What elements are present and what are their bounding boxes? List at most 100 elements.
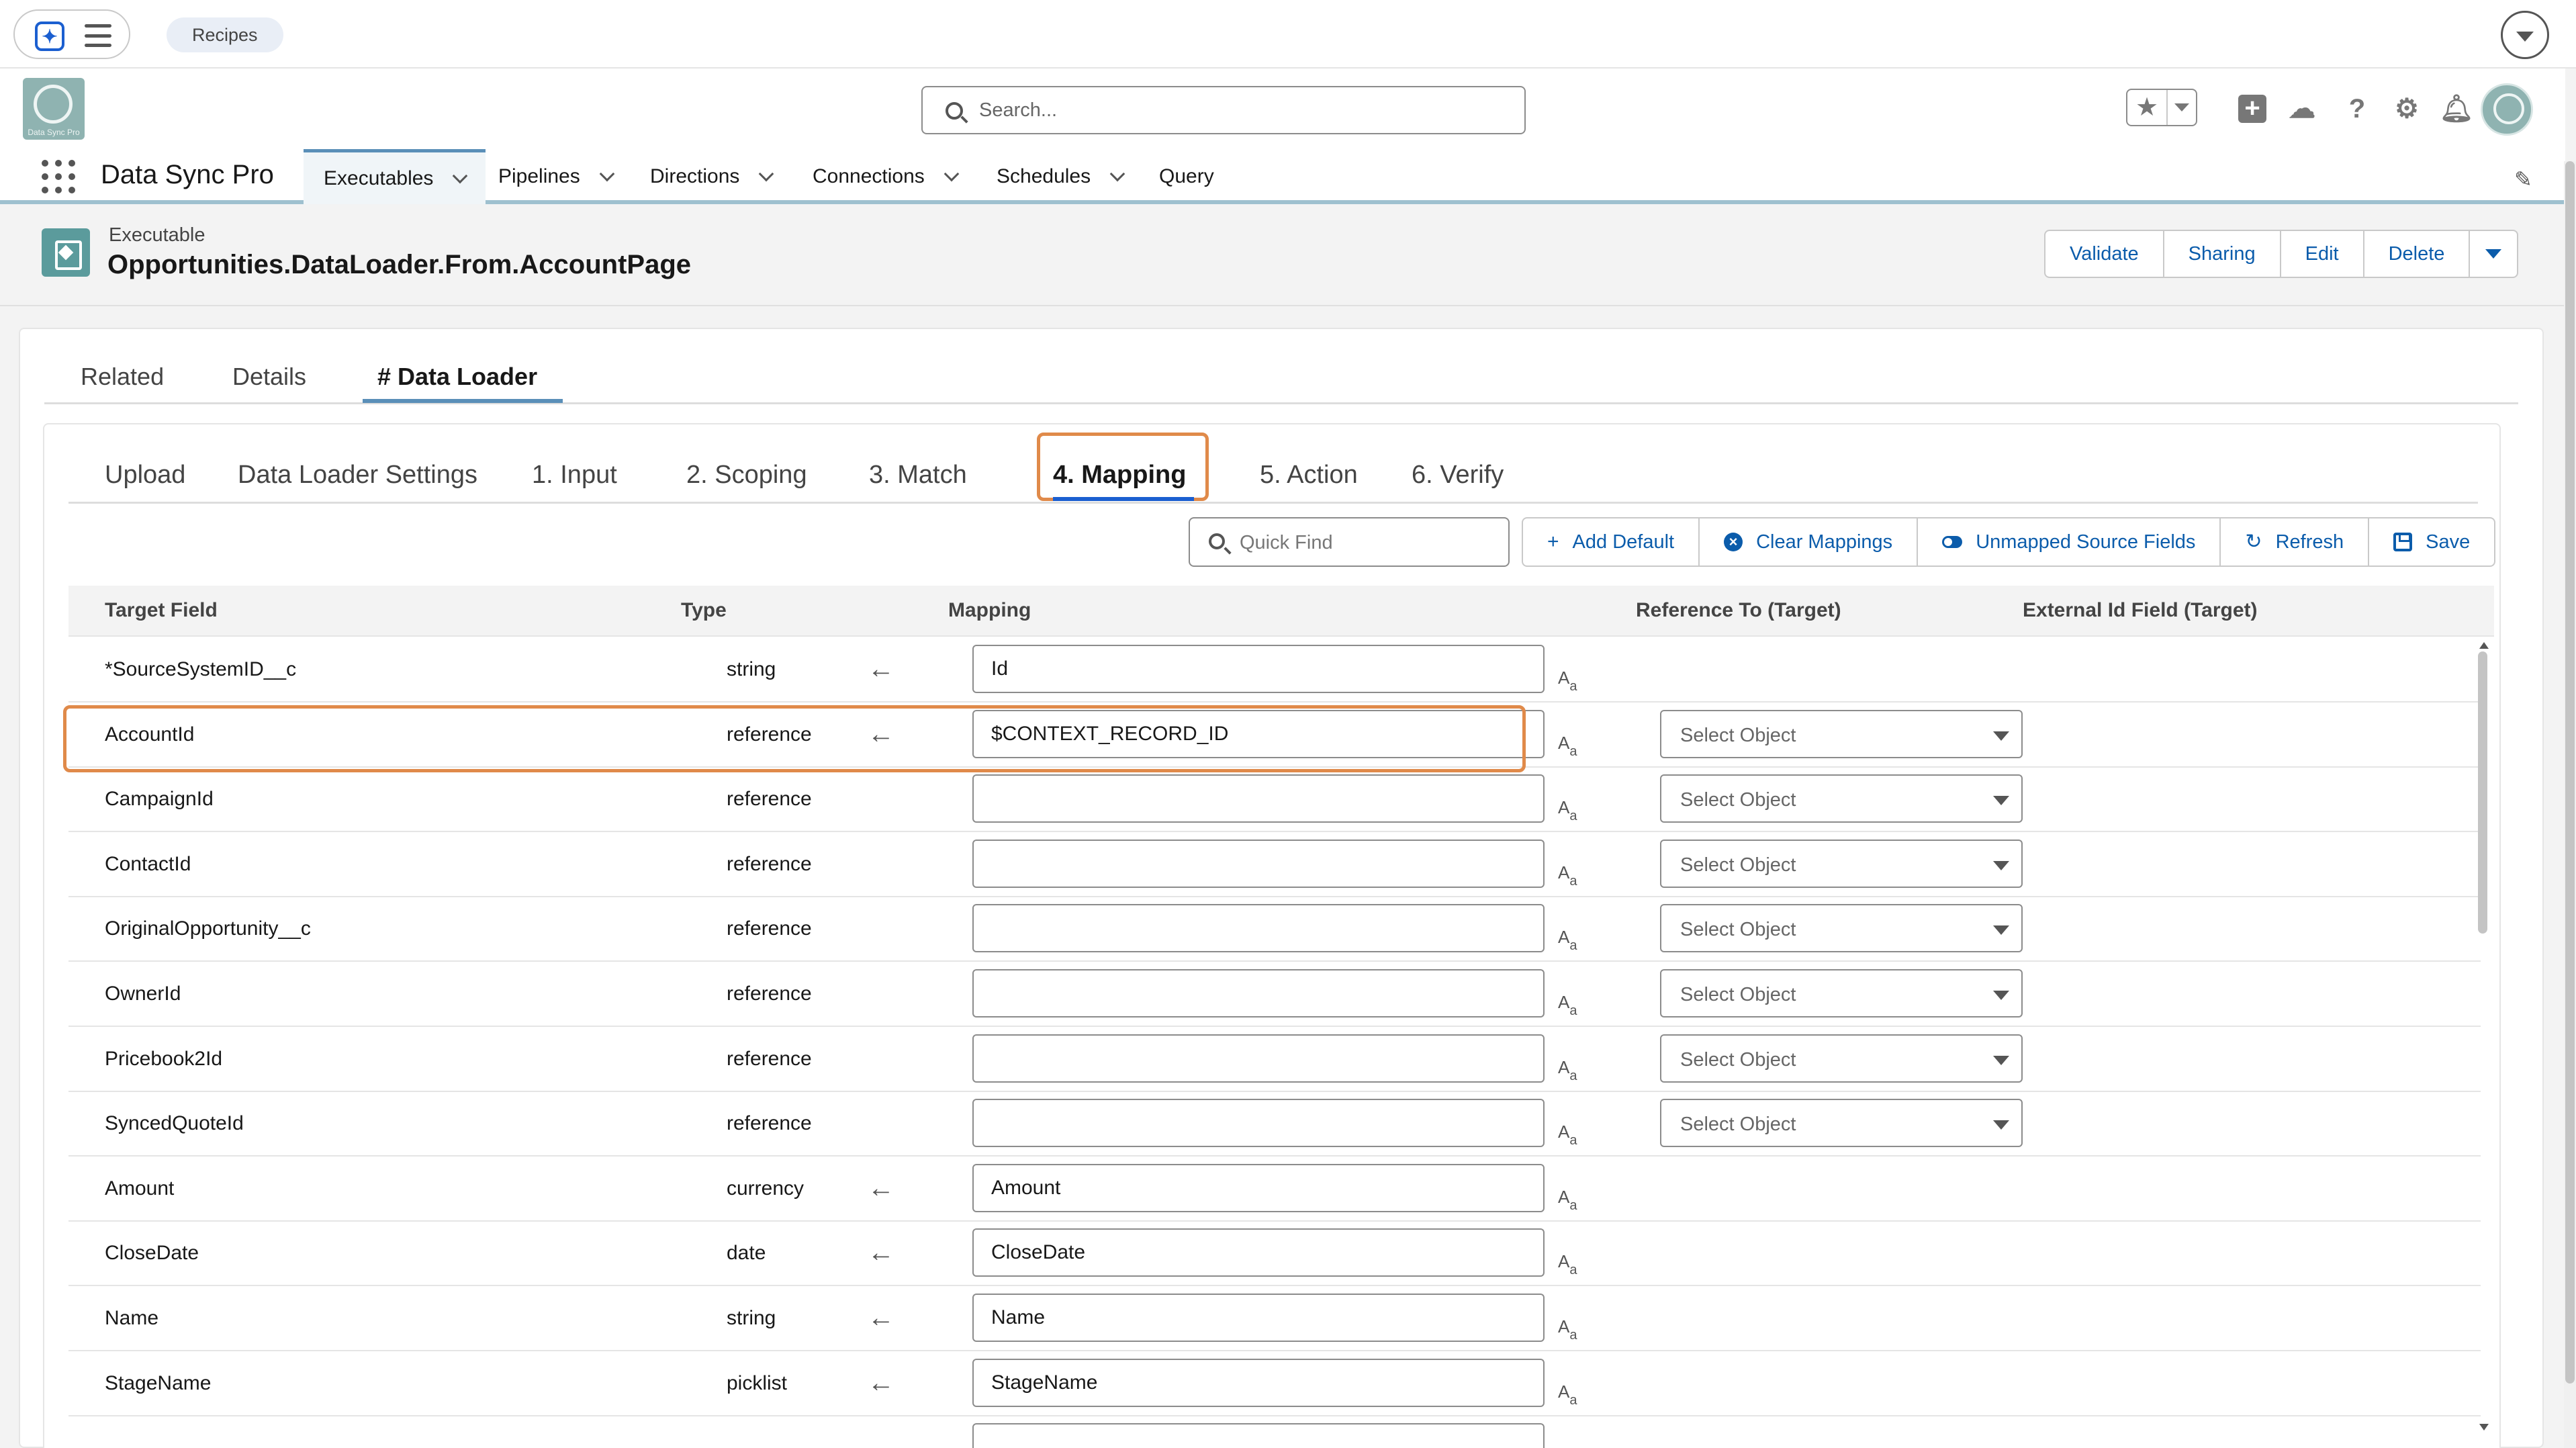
reference-object-select[interactable]: Select Object (1660, 904, 2023, 953)
table-scrollbar[interactable] (2478, 641, 2487, 1440)
tab-mapping[interactable]: 4. Mapping (1053, 461, 1186, 490)
text-case-icon[interactable]: Aa (1558, 1318, 1577, 1342)
chevron-down-icon[interactable] (759, 166, 774, 182)
chevron-down-icon (1993, 1055, 2009, 1065)
reference-object-select[interactable]: Select Object (1660, 839, 2023, 888)
chevron-down-icon[interactable] (453, 168, 468, 183)
chevron-down-icon[interactable] (599, 166, 615, 182)
avatar[interactable] (2481, 83, 2533, 136)
question-icon[interactable]: ? (2341, 93, 2373, 125)
column-reference-to[interactable]: Reference To (Target) (1636, 599, 1841, 622)
page-scrollbar[interactable] (2564, 161, 2576, 1448)
expand-down-button[interactable] (2501, 11, 2549, 59)
quick-find[interactable] (1189, 517, 1510, 567)
tab-scoping[interactable]: 2. Scoping (686, 461, 807, 490)
star-icon[interactable]: ★ (2135, 94, 2158, 121)
text-case-icon[interactable]: Aa (1558, 1383, 1577, 1407)
text-case-icon[interactable]: Aa (1558, 864, 1577, 888)
tab-verify[interactable]: 6. Verify (1412, 461, 1504, 490)
quick-find-input[interactable] (1240, 529, 1495, 556)
tab-action[interactable]: 5. Action (1260, 461, 1358, 490)
chevron-down-icon[interactable] (2174, 103, 2189, 111)
text-case-icon[interactable]: Aa (1558, 1188, 1577, 1212)
reference-object-select[interactable]: Select Object (1660, 709, 2023, 758)
global-search[interactable] (921, 86, 1526, 134)
save-button[interactable]: Save (2369, 518, 2494, 565)
mapping-input[interactable] (972, 1034, 1545, 1083)
gear-icon[interactable]: ⚙ (2391, 93, 2423, 125)
cloud-icon[interactable]: ☁ (2286, 93, 2318, 125)
tab-input[interactable]: 1. Input (532, 461, 617, 490)
mapping-input[interactable] (972, 1294, 1545, 1342)
chevron-down-icon[interactable] (1109, 166, 1125, 182)
clear-mappings-button[interactable]: × Clear Mappings (1700, 518, 1919, 565)
reference-object-select[interactable]: Select Object (1660, 774, 2023, 823)
mapping-input[interactable] (972, 904, 1545, 953)
mapping-input[interactable] (972, 1423, 1545, 1448)
plus-square-icon[interactable]: + (2236, 93, 2268, 125)
text-case-icon[interactable]: Aa (1558, 1253, 1577, 1277)
unmapped-source-fields-button[interactable]: Unmapped Source Fields (1918, 518, 2221, 565)
chevron-down-icon[interactable] (944, 166, 960, 182)
assistant-pill[interactable]: ✦ (13, 9, 130, 59)
nav-item-connections[interactable]: Connections (813, 149, 960, 204)
tab-data-loader-settings[interactable]: Data Loader Settings (238, 461, 477, 490)
app-launcher-icon[interactable] (42, 160, 75, 193)
text-case-icon[interactable]: Aa (1558, 993, 1577, 1017)
tab-upload[interactable]: Upload (105, 461, 185, 490)
edit-button[interactable]: Edit (2281, 231, 2364, 277)
bell-icon[interactable]: 🔔︎ (2440, 93, 2474, 125)
table-row: Name string ← Aa (68, 1287, 2481, 1351)
validate-button[interactable]: Validate (2045, 231, 2164, 277)
tab-details[interactable]: Details (232, 363, 306, 391)
tab-data-loader[interactable]: # Data Loader (377, 363, 537, 391)
reference-object-select[interactable]: Select Object (1660, 1034, 2023, 1083)
text-case-icon[interactable]: Aa (1558, 734, 1577, 758)
refresh-button[interactable]: ↻ Refresh (2221, 518, 2370, 565)
tab-related[interactable]: Related (81, 363, 164, 391)
mapping-input[interactable] (972, 709, 1545, 758)
sharing-button[interactable]: Sharing (2164, 231, 2281, 277)
text-case-icon[interactable]: Aa (1558, 799, 1577, 823)
mapping-input[interactable] (972, 1099, 1545, 1148)
hamburger-icon[interactable] (85, 24, 111, 47)
mapping-input[interactable] (972, 645, 1545, 693)
field-type: reference (727, 788, 812, 811)
reference-object-select[interactable]: Select Object (1660, 1099, 2023, 1148)
mapping-input[interactable] (972, 1228, 1545, 1277)
nav-item-query[interactable]: Query (1159, 149, 1214, 204)
global-search-input[interactable] (979, 97, 1503, 124)
nav-item-directions[interactable]: Directions (650, 149, 774, 204)
scroll-down-arrow[interactable] (2479, 1424, 2489, 1431)
nav-item-pipelines[interactable]: Pipelines (498, 149, 615, 204)
reference-object-select[interactable]: Select Object (1660, 969, 2023, 1017)
mapping-input[interactable] (972, 1358, 1545, 1407)
mapping-input[interactable] (972, 839, 1545, 888)
more-actions-button[interactable] (2470, 231, 2517, 277)
app-logo[interactable]: Data Sync Pro (23, 78, 85, 140)
table-scrollbar-thumb[interactable] (2478, 651, 2487, 934)
table-row: OwnerId reference Aa Select Object (68, 962, 2481, 1027)
column-type[interactable]: Type (681, 599, 727, 622)
page-scrollbar-thumb[interactable] (2565, 161, 2575, 1384)
text-case-icon[interactable]: Aa (1558, 1123, 1577, 1147)
text-case-icon[interactable]: Aa (1558, 1058, 1577, 1083)
mapping-input[interactable] (972, 1163, 1545, 1212)
tab-match[interactable]: 3. Match (869, 461, 967, 490)
column-mapping[interactable]: Mapping (948, 599, 1031, 622)
target-field-name: OwnerId (105, 983, 181, 1005)
favorites-button[interactable]: ★ (2126, 89, 2197, 126)
sparkle-icon[interactable]: ✦ (35, 21, 64, 51)
add-default-button[interactable]: + Add Default (1523, 518, 1700, 565)
text-case-icon[interactable]: Aa (1558, 928, 1577, 952)
nav-item-schedules[interactable]: Schedules (997, 149, 1125, 204)
recipes-chip[interactable]: Recipes (167, 17, 283, 52)
mapping-input[interactable] (972, 774, 1545, 823)
pencil-icon[interactable]: ✎ (2514, 167, 2532, 192)
nav-item-executables[interactable]: Executables (304, 149, 486, 204)
column-external-id-field[interactable]: External Id Field (Target) (2023, 599, 2258, 622)
column-target-field[interactable]: Target Field (105, 599, 218, 622)
text-case-icon[interactable]: Aa (1558, 669, 1577, 693)
mapping-input[interactable] (972, 969, 1545, 1017)
delete-button[interactable]: Delete (2364, 231, 2471, 277)
